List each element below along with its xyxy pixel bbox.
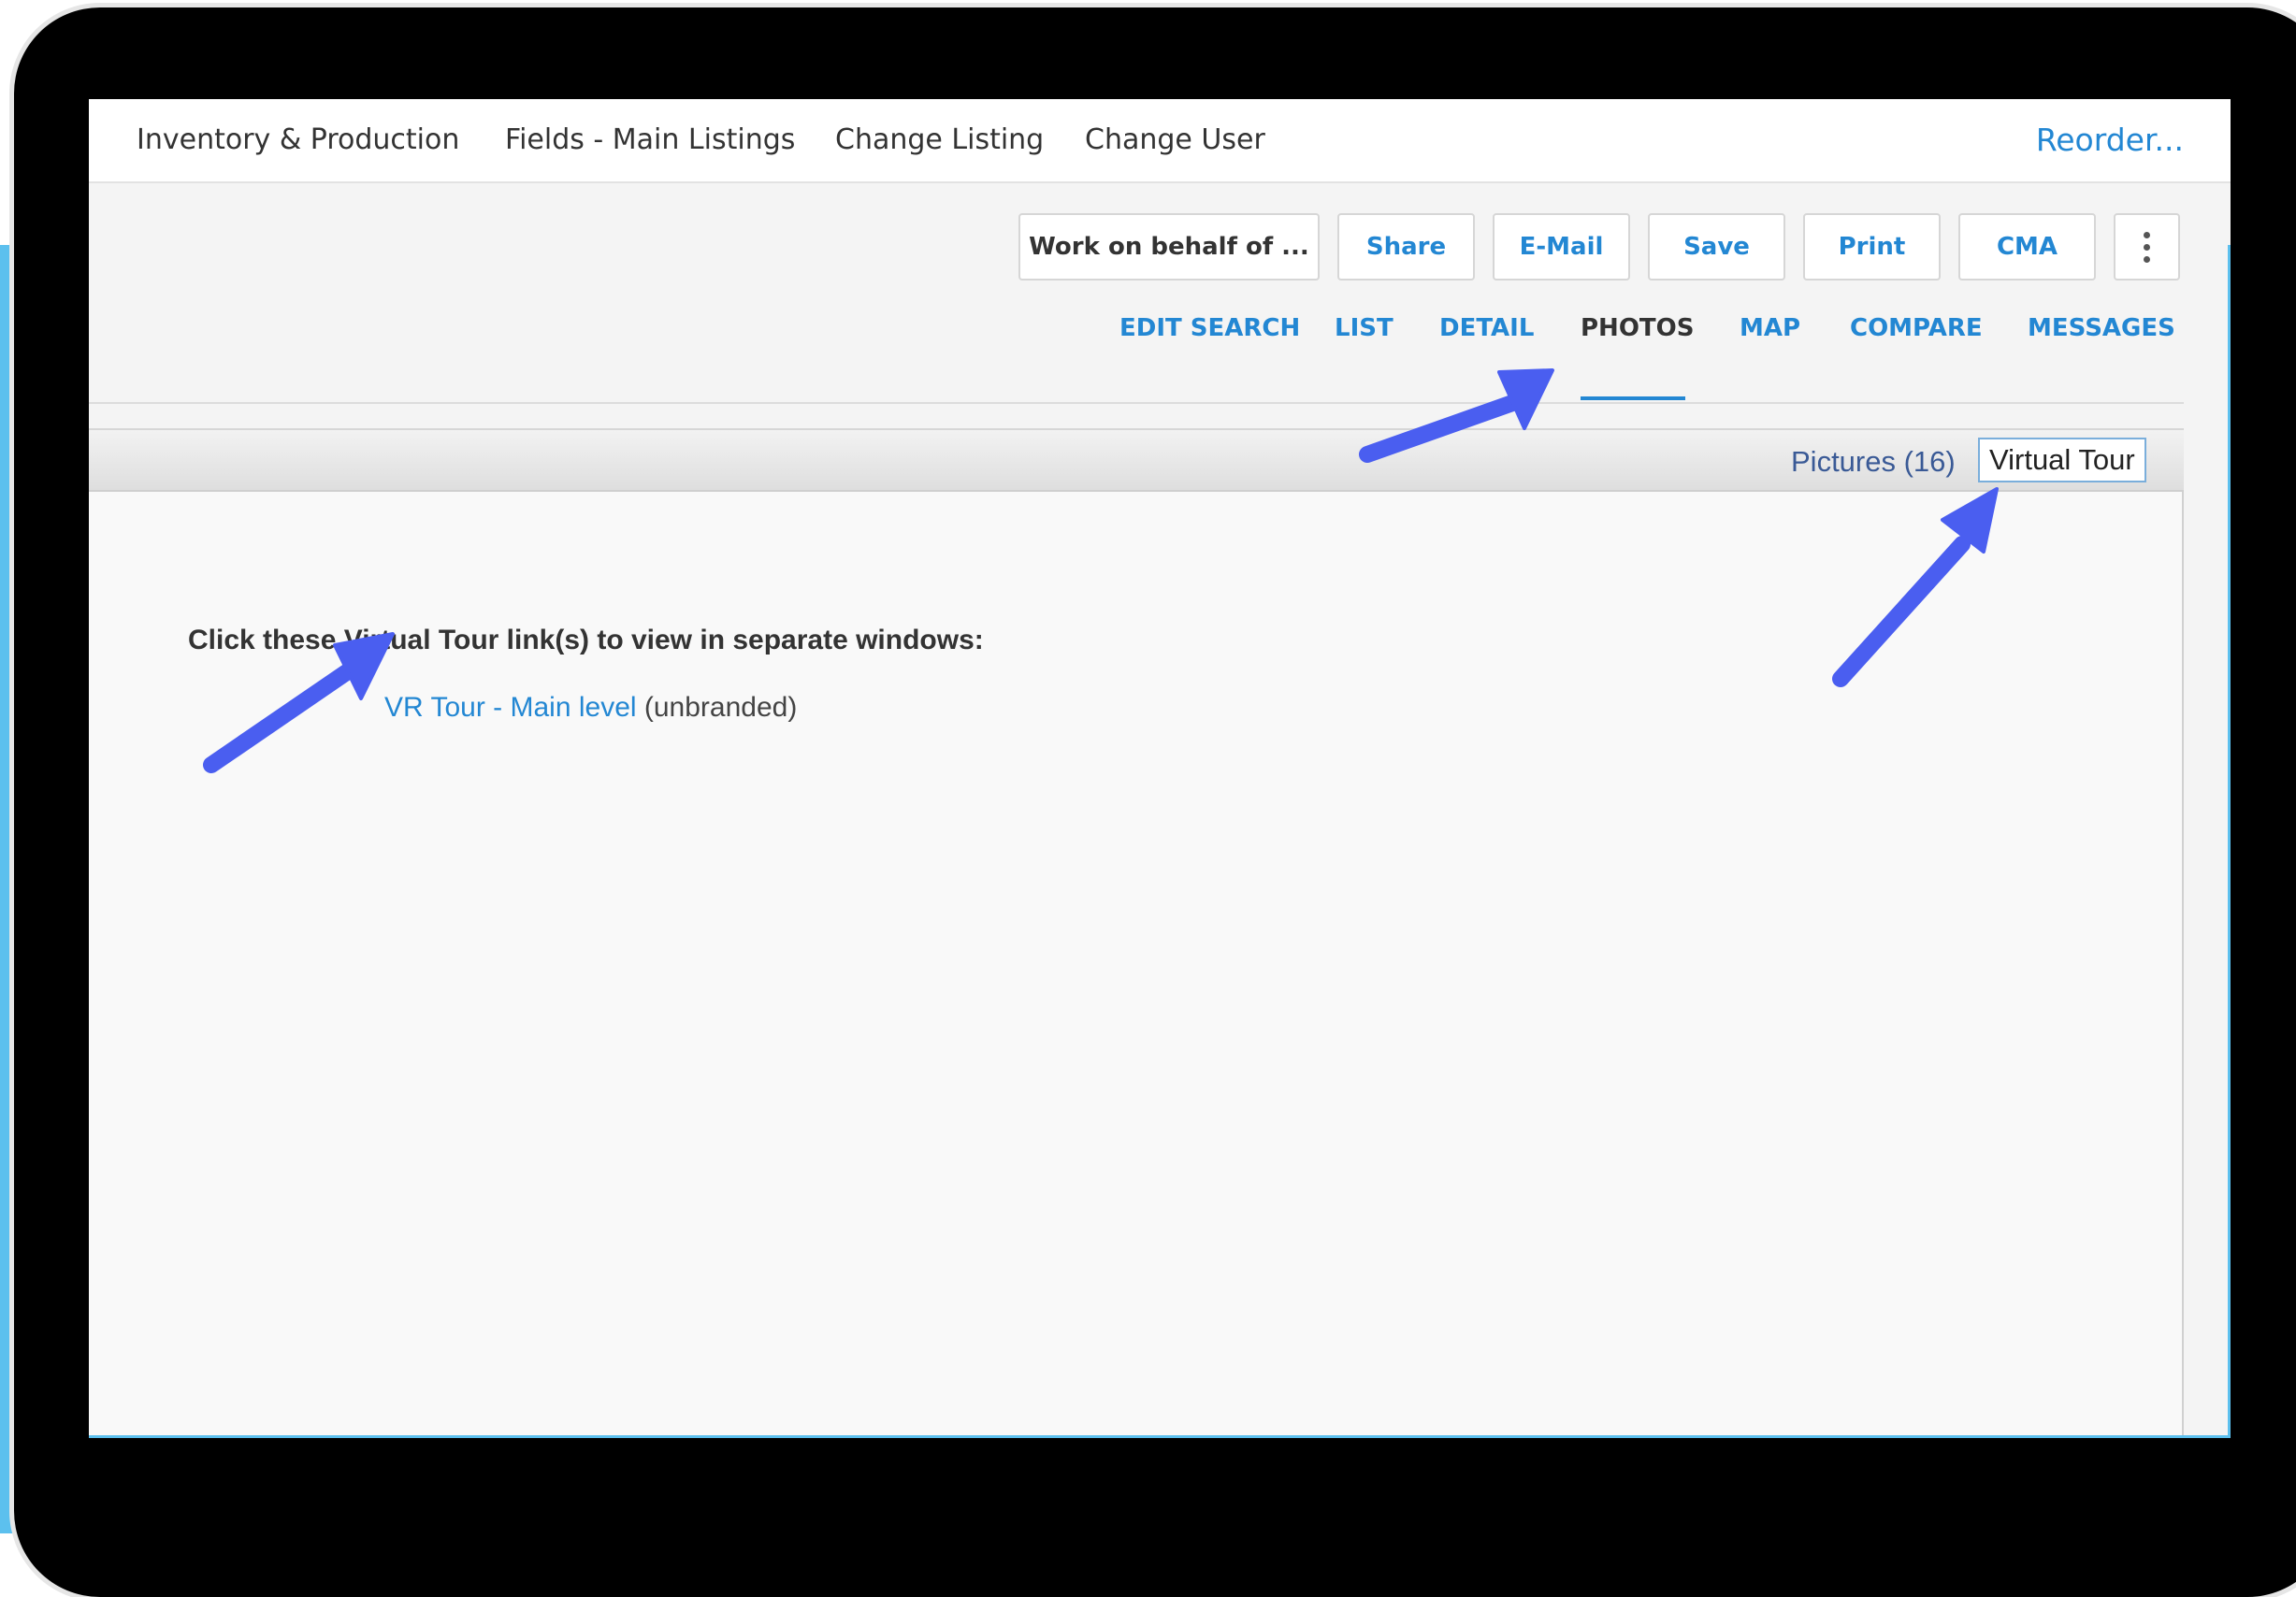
kebab-vertical-icon [2144,231,2150,263]
photos-panel-header: Pictures (16) Virtual Tour [89,428,2184,492]
vr-tour-note: (unbranded) [636,692,798,723]
save-button[interactable]: Save [1648,213,1785,281]
tab-photos[interactable]: PHOTOS [1581,314,1694,342]
tab-compare[interactable]: COMPARE [1850,314,1983,342]
app-screen: Inventory & Production Fields - Main Lis… [89,99,2231,1438]
active-tab-indicator [1581,396,1685,400]
tab-edit-search[interactable]: EDIT SEARCH [1119,314,1300,342]
screen-accent-bottom [89,1435,2231,1438]
virtual-tour-entry: VR Tour - Main level (unbranded) [384,692,797,724]
tab-messages[interactable]: MESSAGES [2028,314,2175,342]
top-nav: Inventory & Production Fields - Main Lis… [89,99,2231,183]
share-button[interactable]: Share [1337,213,1475,281]
email-button[interactable]: E-Mail [1493,213,1630,281]
nav-item-inventory-production[interactable]: Inventory & Production [137,123,459,156]
tab-detail[interactable]: DETAIL [1439,314,1534,342]
tab-map[interactable]: MAP [1740,314,1800,342]
nav-item-fields-main-listings[interactable]: Fields - Main Listings [505,123,795,156]
nav-item-change-user[interactable]: Change User [1085,123,1265,156]
print-button[interactable]: Print [1803,213,1941,281]
pictures-tab[interactable]: Pictures (16) [1791,445,1956,479]
virtual-tour-tab[interactable]: Virtual Tour [1978,438,2146,482]
virtual-tour-instruction: Click these Virtual Tour link(s) to view… [188,625,984,655]
reorder-link[interactable]: Reorder... [2036,122,2184,158]
nav-item-change-listing[interactable]: Change Listing [835,123,1044,156]
tab-list[interactable]: LIST [1335,314,1393,342]
vr-tour-link[interactable]: VR Tour - Main level [384,692,637,723]
work-on-behalf-button[interactable]: Work on behalf of ... [1018,213,1320,281]
tabs-divider [89,402,2184,404]
view-tabs: EDIT SEARCH LIST DETAIL PHOTOS MAP COMPA… [89,314,2184,361]
cma-button[interactable]: CMA [1958,213,2096,281]
photos-panel: Pictures (16) Virtual Tour Click these V… [89,428,2184,1438]
screen-accent-right [2228,245,2231,1438]
more-options-button[interactable] [2114,213,2180,281]
